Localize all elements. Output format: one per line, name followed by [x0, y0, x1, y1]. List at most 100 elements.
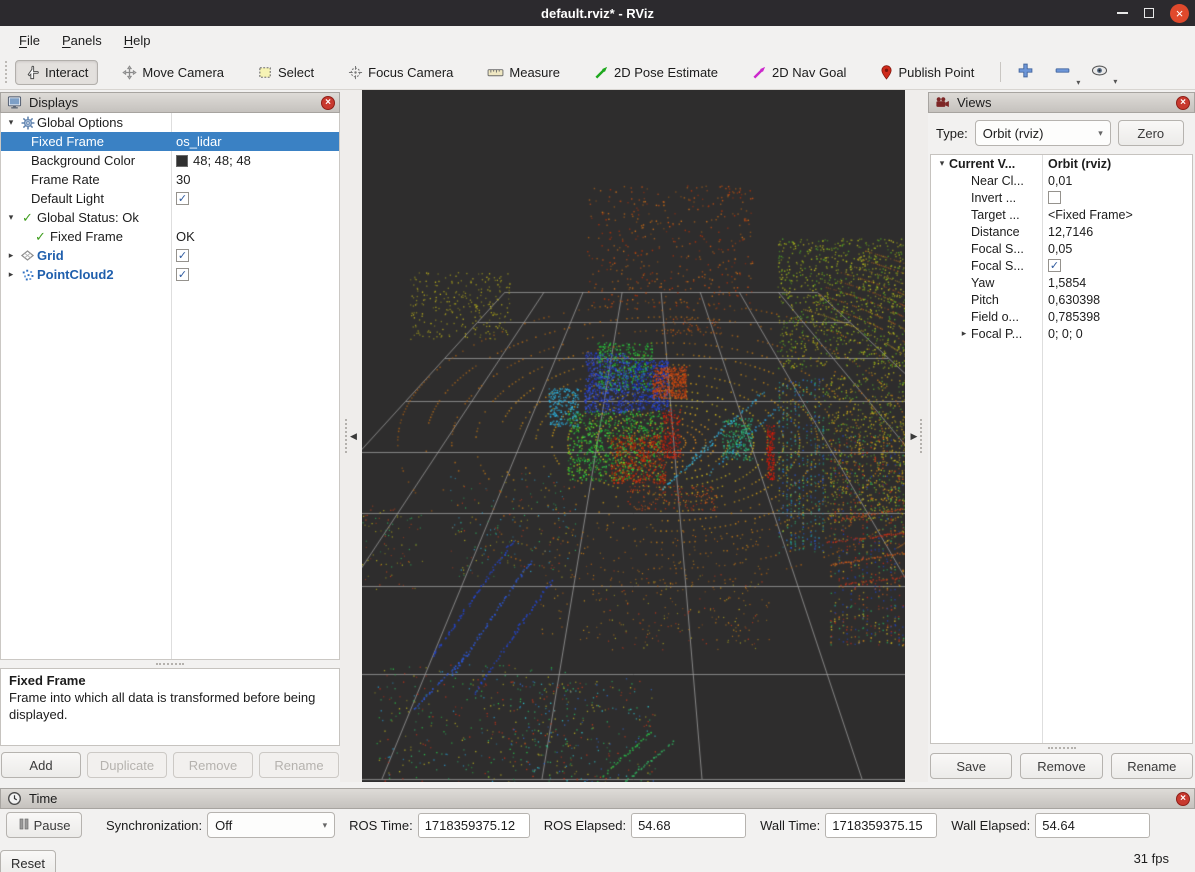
wall-time-field[interactable]	[825, 813, 937, 838]
color-swatch[interactable]	[176, 155, 188, 167]
checkbox[interactable]	[1048, 191, 1061, 204]
reset-button[interactable]: Reset	[0, 850, 56, 872]
chevron-down-icon: ▾	[1098, 128, 1103, 139]
property-value[interactable]: 0,05	[1048, 242, 1072, 256]
tool-publish-point[interactable]: Publish Point	[870, 60, 984, 85]
toolbar-drag-handle[interactable]	[5, 61, 13, 83]
display-row-grid[interactable]: ▸Grid✓	[1, 246, 339, 265]
expand-arrow-icon[interactable]: ▾	[935, 158, 949, 169]
remove-tool-button[interactable]: ▾	[1048, 59, 1077, 85]
display-row-pointcloud2[interactable]: ▸PointCloud2✓	[1, 265, 339, 284]
tool-label: Measure	[509, 65, 560, 80]
save-view-button[interactable]: Save	[930, 753, 1012, 779]
right-dock-splitter[interactable]: ▶	[905, 90, 928, 782]
tool-move-camera[interactable]: Move Camera	[112, 60, 234, 85]
splitter-dots	[345, 419, 347, 453]
maximize-button[interactable]	[1144, 8, 1154, 18]
expand-arrow-icon[interactable]: ▾	[4, 117, 18, 128]
tool-label: 2D Nav Goal	[772, 65, 846, 80]
display-row-global-status-ok[interactable]: ▾✓Global Status: Ok	[1, 208, 339, 227]
view-row-target[interactable]: Target ...<Fixed Frame>	[931, 206, 1192, 223]
property-value[interactable]: 12,7146	[1048, 225, 1093, 239]
view-row-focal-s[interactable]: Focal S...0,05	[931, 240, 1192, 257]
property-value[interactable]: 30	[176, 172, 190, 187]
view-row-focal-p[interactable]: ▸Focal P...0; 0; 0	[931, 325, 1192, 342]
property-value[interactable]: Orbit (rviz)	[1048, 157, 1111, 171]
close-window-button[interactable]: ×	[1170, 4, 1189, 23]
close-time-button[interactable]: ×	[1176, 792, 1190, 806]
property-value[interactable]: 0,01	[1048, 174, 1072, 188]
property-label: Global Options	[37, 115, 123, 130]
pointcloud-icon	[18, 268, 37, 282]
checkbox[interactable]: ✓	[176, 249, 189, 262]
left-dock-splitter[interactable]: ◀	[340, 90, 362, 782]
checkbox[interactable]: ✓	[176, 192, 189, 205]
visibility-button[interactable]: ▾	[1085, 60, 1114, 84]
display-row-global-options[interactable]: ▾ Global Options	[1, 113, 339, 132]
collapse-arrow-icon[interactable]: ▸	[957, 328, 971, 339]
views-panel-header[interactable]: Views ×	[928, 92, 1195, 113]
close-views-button[interactable]: ×	[1176, 96, 1190, 110]
collapse-left-arrow-icon[interactable]: ◀	[350, 431, 357, 442]
view-row-pitch[interactable]: Pitch0,630398	[931, 291, 1192, 308]
property-value[interactable]: 0,630398	[1048, 293, 1100, 307]
3d-viewport[interactable]	[362, 90, 905, 782]
tool-select[interactable]: Select	[248, 60, 324, 85]
displays-panel-header[interactable]: Displays ×	[0, 92, 340, 113]
displays-splitter[interactable]	[0, 660, 340, 668]
zero-button[interactable]: Zero	[1118, 120, 1184, 146]
view-type-select[interactable]: Orbit (rviz) ▾	[975, 120, 1111, 146]
pin-icon	[880, 65, 893, 80]
view-row-distance[interactable]: Distance12,7146	[931, 223, 1192, 240]
property-value[interactable]: 1,5854	[1048, 276, 1086, 290]
tool-2d-pose-estimate[interactable]: 2D Pose Estimate	[584, 60, 728, 85]
tool-focus-camera[interactable]: Focus Camera	[338, 60, 463, 85]
checkbox[interactable]: ✓	[176, 268, 189, 281]
checkbox[interactable]: ✓	[1048, 259, 1061, 272]
view-row-focal-s[interactable]: Focal S...✓	[931, 257, 1192, 274]
add-button[interactable]: Add	[1, 752, 81, 778]
expand-arrow-icon[interactable]: ▾	[4, 212, 18, 223]
property-value[interactable]: 0; 0; 0	[1048, 327, 1083, 341]
property-value[interactable]: os_lidar	[176, 134, 222, 149]
menu-file[interactable]: File	[8, 29, 51, 52]
property-label: Invert ...	[971, 191, 1016, 205]
tool-measure[interactable]: Measure	[477, 60, 570, 85]
rename-view-button[interactable]: Rename	[1111, 753, 1193, 779]
ros-elapsed-field[interactable]	[631, 813, 746, 838]
pause-button[interactable]: Pause	[6, 812, 82, 838]
property-value[interactable]: 48; 48; 48	[193, 153, 251, 168]
remove-view-button[interactable]: Remove	[1020, 753, 1102, 779]
property-value[interactable]: <Fixed Frame>	[1048, 208, 1133, 222]
minimize-button[interactable]	[1117, 12, 1128, 14]
property-label: Yaw	[971, 276, 994, 290]
collapse-arrow-icon[interactable]: ▸	[4, 269, 18, 280]
sync-select[interactable]: Off ▾	[207, 812, 335, 838]
property-value[interactable]: OK	[176, 229, 195, 244]
view-row-invert[interactable]: Invert ...	[931, 189, 1192, 206]
views-splitter[interactable]	[930, 744, 1193, 752]
view-row-yaw[interactable]: Yaw 1,5854	[931, 274, 1192, 291]
display-row-default-light[interactable]: Default Light✓	[1, 189, 339, 208]
tool-interact[interactable]: Interact	[15, 60, 98, 85]
tool-2d-nav-goal[interactable]: 2D Nav Goal	[742, 60, 856, 85]
view-row-field-o[interactable]: Field o...0,785398	[931, 308, 1192, 325]
view-row-current-v[interactable]: ▾Current V...Orbit (rviz)	[931, 155, 1192, 172]
property-value[interactable]: 0,785398	[1048, 310, 1100, 324]
collapse-arrow-icon[interactable]: ▸	[4, 250, 18, 261]
chevron-down-icon: ▾	[1076, 78, 1080, 87]
time-panel-header[interactable]: Time ×	[0, 788, 1195, 809]
menu-panels[interactable]: Panels	[51, 29, 113, 52]
view-row-near-cl[interactable]: Near Cl...0,01	[931, 172, 1192, 189]
menu-help[interactable]: Help	[113, 29, 162, 52]
display-row-background-color[interactable]: Background Color48; 48; 48	[1, 151, 339, 170]
add-tool-button[interactable]	[1011, 59, 1040, 85]
green-arrow-icon	[594, 65, 609, 80]
display-row-frame-rate[interactable]: Frame Rate30	[1, 170, 339, 189]
collapse-right-arrow-icon[interactable]: ▶	[911, 431, 918, 442]
display-row-fixed-frame[interactable]: Fixed Frameos_lidar	[1, 132, 339, 151]
display-row-fixed-frame[interactable]: ✓Fixed FrameOK	[1, 227, 339, 246]
ros-time-field[interactable]	[418, 813, 530, 838]
wall-elapsed-field[interactable]	[1035, 813, 1150, 838]
close-displays-button[interactable]: ×	[321, 96, 335, 110]
